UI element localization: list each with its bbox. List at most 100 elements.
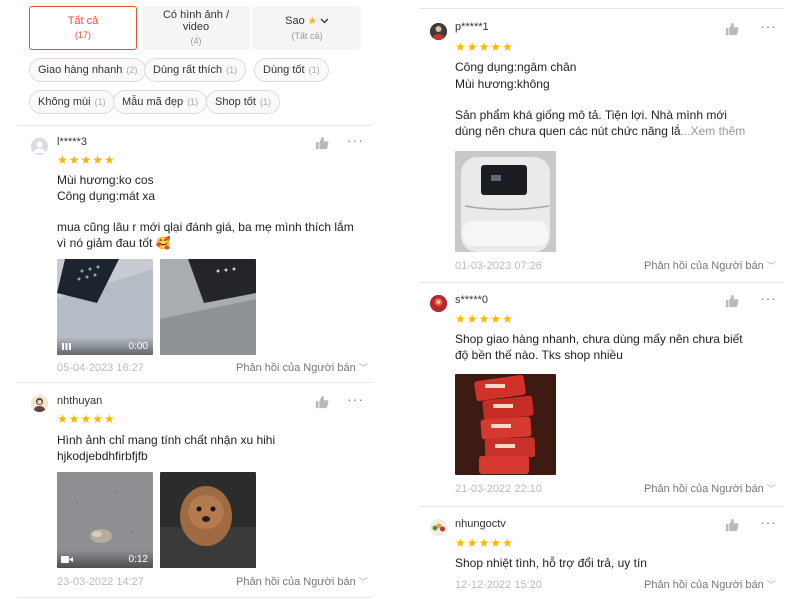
chip-label: Giao hàng nhanh: [38, 64, 123, 76]
pause-icon[interactable]: [61, 342, 71, 351]
chip-really-like[interactable]: Dùng rất thích (1): [144, 58, 247, 82]
seller-reply-toggle[interactable]: Phản hồi của Người bán ﹀: [644, 259, 776, 272]
review-text-line: Shop nhiệt tình, hỗ trợ đổi trả, uy tín: [455, 556, 647, 570]
chip-label: Không mùi: [38, 96, 91, 108]
divider: [17, 597, 371, 598]
chip-count: (1): [308, 65, 320, 75]
tab-with-media[interactable]: Có hình ảnh / video (4): [142, 6, 250, 50]
chip-count: (1): [226, 65, 238, 75]
chip-label: Dùng tốt: [263, 64, 305, 76]
review-text-line: dùng nên chưa quen các nút chức năng lắ.…: [455, 124, 745, 138]
chip-fast-delivery[interactable]: Giao hàng nhanh (2): [29, 58, 147, 82]
seller-reply-label: Phản hồi của Người bán: [236, 576, 356, 588]
review-item: nhungoctv ··· ★★★★★ Shop nhiệt tình, hỗ …: [420, 507, 784, 600]
review-text-line: Sản phẩm khá giống mô tả. Tiện lợi. Nhà …: [455, 108, 727, 122]
chip-good-shop[interactable]: Shop tốt (1): [206, 90, 280, 114]
chevron-down-icon: ﹀: [766, 261, 776, 271]
tab-with-media-label: Có hình ảnh / video: [162, 9, 230, 33]
review-image-thumbnail[interactable]: [160, 259, 256, 355]
seller-reply-label: Phản hồi của Người bán: [644, 483, 764, 495]
avatar[interactable]: [31, 138, 48, 155]
review-item: p*****1 ··· ★★★★★ Công dụng:ngâm chân Mù…: [420, 9, 784, 281]
thumbs-up-icon[interactable]: [725, 518, 739, 532]
thumbs-up-icon[interactable]: [725, 294, 739, 308]
review-date: 12-12-2022 15:20: [455, 579, 542, 591]
thumbs-up-icon[interactable]: [315, 395, 329, 409]
seller-reply-label: Phản hồi của Người bán: [644, 579, 764, 591]
review-video-thumbnail[interactable]: 0:00: [57, 259, 153, 355]
more-options-icon[interactable]: ···: [760, 290, 777, 306]
review-text-line: Công dụng:mát xa: [57, 189, 156, 203]
star-icon: ★: [307, 15, 317, 27]
tab-stars-label: Sao: [285, 14, 305, 27]
chip-label: Mẫu mã đẹp: [122, 96, 184, 108]
seller-reply-toggle[interactable]: Phản hồi của Người bán ﹀: [236, 361, 368, 374]
see-more-link[interactable]: ...Xem thêm: [681, 124, 746, 138]
tab-stars-count: (Tất cả): [291, 30, 323, 41]
review-item: nhthuyan ··· ★★★★★ Hình ảnh chỉ mang tín…: [17, 383, 371, 593]
seller-reply-label: Phản hồi của Người bán: [236, 362, 356, 374]
tab-with-media-count: (4): [190, 36, 202, 46]
thumbs-up-icon[interactable]: [725, 22, 739, 36]
review-image-thumbnail[interactable]: [455, 374, 556, 475]
review-text-line: hjkodjebdhfirbfjfb: [57, 449, 148, 463]
review-text-line: Công dụng:ngâm chân: [455, 60, 577, 74]
chevron-down-icon: ﹀: [766, 580, 776, 590]
star-rating: ★★★★★: [455, 536, 514, 550]
review-date: 01-03-2023 07:26: [455, 260, 542, 272]
video-duration: 0:12: [128, 554, 148, 565]
tab-all-count: (17): [74, 30, 91, 40]
tab-all[interactable]: Tất cả (17): [29, 6, 137, 50]
tab-all-label: Tất cả: [67, 15, 99, 27]
avatar[interactable]: [430, 23, 447, 40]
chip-works-well[interactable]: Dùng tốt (1): [254, 58, 329, 82]
video-duration: 0:00: [128, 341, 148, 352]
review-date: 05-04-2023 16:27: [57, 362, 144, 374]
avatar[interactable]: [430, 519, 447, 536]
review-item: s*****0 ··· ★★★★★ Shop giao hàng nhanh, …: [420, 283, 784, 505]
review-image-thumbnail[interactable]: [160, 472, 256, 568]
review-image-thumbnail[interactable]: [455, 151, 556, 252]
star-rating: ★★★★★: [57, 153, 116, 167]
chip-no-smell[interactable]: Không mùi (1): [29, 90, 115, 114]
chip-label: Dùng rất thích: [153, 64, 223, 76]
thumbs-up-icon[interactable]: [315, 136, 329, 150]
more-options-icon[interactable]: ···: [760, 18, 777, 34]
username: l*****3: [57, 136, 87, 148]
more-options-icon[interactable]: ···: [347, 391, 364, 407]
chevron-down-icon: [320, 15, 329, 27]
chevron-down-icon: ﹀: [358, 577, 368, 587]
seller-reply-toggle[interactable]: Phản hồi của Người bán ﹀: [644, 578, 776, 591]
avatar[interactable]: [31, 395, 48, 412]
chevron-down-icon: ﹀: [766, 484, 776, 494]
chip-label: Shop tốt: [215, 96, 256, 108]
review-video-thumbnail[interactable]: 0:12: [57, 472, 153, 568]
seller-reply-label: Phản hồi của Người bán: [644, 260, 764, 272]
right-review-panel: p*****1 ··· ★★★★★ Công dụng:ngâm chân Mù…: [420, 0, 784, 600]
chip-count: (1): [259, 97, 271, 107]
username: nhthuyan: [57, 395, 103, 407]
seller-reply-toggle[interactable]: Phản hồi của Người bán ﹀: [644, 482, 776, 495]
filter-tabs: Tất cả (17) Có hình ảnh / video (4) Sao …: [29, 6, 361, 50]
chip-count: (1): [187, 97, 199, 107]
video-camera-icon: [61, 556, 73, 563]
review-text-line: Shop giao hàng nhanh, chưa dùng mấy nên …: [455, 332, 743, 346]
star-rating: ★★★★★: [57, 412, 116, 426]
username: p*****1: [455, 21, 489, 33]
chip-count: (1): [94, 97, 106, 107]
chip-count: (2): [126, 65, 138, 75]
review-text-line: mua cũng lâu r mới qlại đánh giá, ba mẹ …: [57, 220, 354, 234]
more-options-icon[interactable]: ···: [760, 514, 777, 530]
chevron-down-icon: ﹀: [358, 363, 368, 373]
username: s*****0: [455, 294, 489, 306]
review-date: 21-03-2022 22:10: [455, 483, 542, 495]
review-text-line: Hình ảnh chỉ mang tính chất nhận xu hihi: [57, 433, 276, 447]
tab-stars[interactable]: Sao ★ (Tất cả): [253, 6, 361, 50]
review-text-line: Mùi hương:không: [455, 77, 550, 91]
chip-nice-design[interactable]: Mẫu mã đẹp (1): [113, 90, 208, 114]
more-options-icon[interactable]: ···: [347, 132, 364, 148]
review-text-line: Mùi hương:ko cos: [57, 173, 154, 187]
seller-reply-toggle[interactable]: Phản hồi của Người bán ﹀: [236, 575, 368, 588]
avatar[interactable]: [430, 295, 447, 312]
review-text-line: vì nó giảm đau tốt 🥰: [57, 236, 171, 250]
